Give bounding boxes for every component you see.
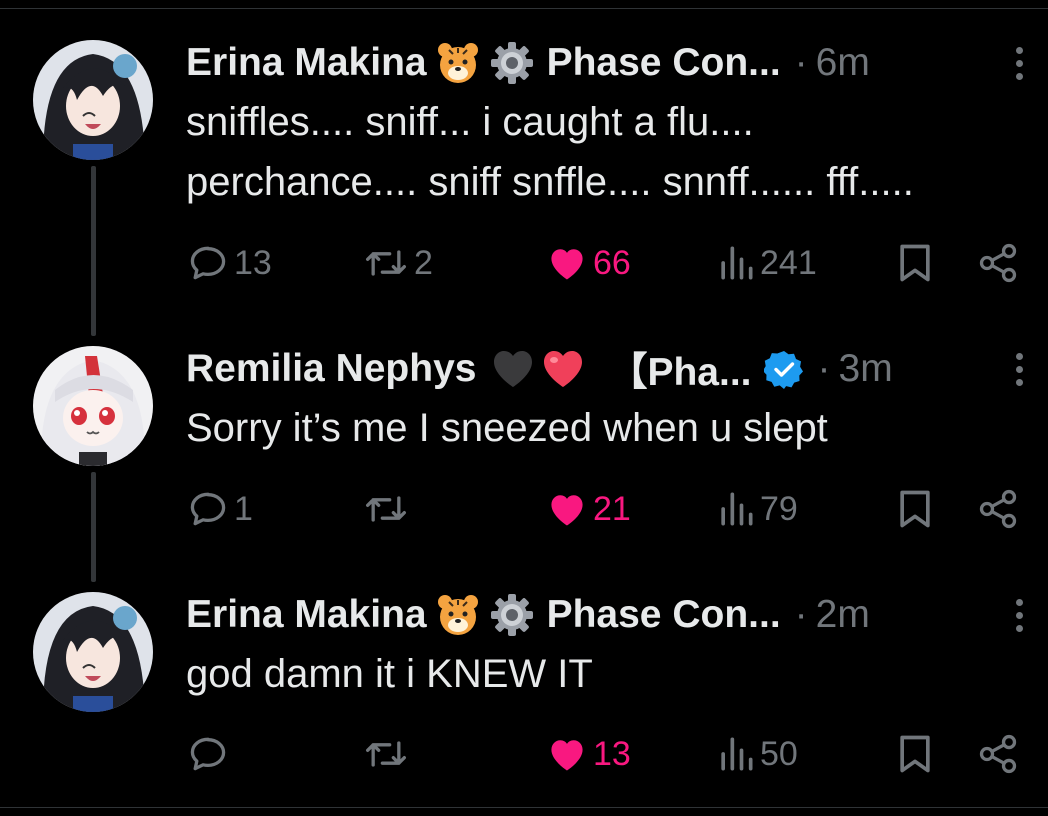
heart-filled-icon	[551, 249, 583, 280]
reply-button[interactable]: 13	[186, 238, 272, 288]
tweet-header: Erina Makina Phase Con... · 2m	[186, 590, 870, 640]
red-heart-icon	[540, 346, 586, 392]
more-options-icon[interactable]	[1004, 344, 1034, 394]
share-icon	[979, 489, 1017, 529]
tiger-face-icon	[435, 40, 481, 86]
like-button[interactable]: 13	[545, 729, 631, 779]
more-options-icon[interactable]	[1004, 590, 1034, 640]
separator-dot: ·	[817, 347, 831, 390]
gear-icon	[489, 592, 535, 638]
more-options-icon[interactable]	[1004, 38, 1034, 88]
like-count: 13	[593, 734, 631, 773]
retweet-icon	[366, 496, 406, 522]
retweet-count: 2	[414, 243, 433, 282]
like-count: 21	[593, 489, 631, 528]
views-icon	[721, 246, 753, 280]
bookmark-icon	[900, 735, 930, 773]
author-org: Phase Con...	[546, 41, 781, 84]
verified-badge-icon	[763, 349, 804, 389]
author-org: 【Pha...	[608, 351, 752, 394]
reply-icon	[190, 246, 226, 280]
timestamp[interactable]: 3m	[839, 347, 893, 391]
share-button[interactable]	[976, 484, 1020, 534]
like-button[interactable]: 21	[545, 484, 631, 534]
black-heart-icon	[490, 346, 536, 392]
views-button[interactable]: 241	[716, 238, 817, 288]
tweet-header: Remilia Nephys 【Pha... · 3m	[186, 344, 893, 394]
view-count: 241	[760, 243, 817, 282]
share-button[interactable]	[976, 238, 1020, 288]
author-org: Phase Con...	[546, 593, 781, 636]
heart-filled-icon	[551, 740, 583, 771]
tweet-header: Erina Makina Phase Con... · 6m	[186, 38, 870, 88]
author-name[interactable]: Remilia Nephys	[186, 347, 476, 391]
bookmark-button[interactable]	[895, 729, 935, 779]
reply-button[interactable]: 1	[186, 484, 253, 534]
heart-filled-icon	[551, 495, 583, 526]
reply-count: 1	[234, 489, 253, 528]
tweet-actions: 13 2 66 241	[0, 238, 1048, 288]
share-icon	[979, 243, 1017, 283]
reply-icon	[190, 492, 226, 526]
timestamp[interactable]: 6m	[816, 41, 870, 85]
retweet-button[interactable]: 2	[362, 238, 433, 288]
views-icon	[721, 492, 753, 526]
share-button[interactable]	[976, 729, 1020, 779]
bookmark-icon	[900, 244, 930, 282]
avatar[interactable]	[33, 346, 153, 466]
retweet-button[interactable]	[362, 484, 414, 534]
bookmark-icon	[900, 490, 930, 528]
like-count: 66	[593, 243, 631, 282]
bookmark-button[interactable]	[895, 238, 935, 288]
tweet-actions: 13 50	[0, 729, 1048, 779]
view-count: 79	[760, 489, 798, 528]
author-name[interactable]: Erina Makina	[186, 593, 427, 637]
tweet-text: god damn it i KNEW IT	[186, 652, 593, 696]
views-icon	[721, 737, 753, 771]
reply-button[interactable]	[186, 729, 234, 779]
bookmark-button[interactable]	[895, 484, 935, 534]
separator-dot: ·	[794, 41, 808, 84]
timestamp[interactable]: 2m	[816, 593, 870, 637]
avatar[interactable]	[33, 592, 153, 712]
author-name[interactable]: Erina Makina	[186, 41, 427, 85]
reply-icon	[190, 737, 226, 771]
tiger-face-icon	[435, 592, 481, 638]
retweet-button[interactable]	[362, 729, 414, 779]
gear-icon	[489, 40, 535, 86]
views-button[interactable]: 79	[716, 484, 798, 534]
bottom-divider	[0, 807, 1048, 808]
tweet-actions: 1 21 79	[0, 484, 1048, 534]
share-icon	[979, 734, 1017, 774]
retweet-icon	[366, 741, 406, 767]
separator-dot: ·	[794, 593, 808, 636]
views-button[interactable]: 50	[716, 729, 798, 779]
tweet-text: sniffles.... sniff... i caught a flu....…	[186, 100, 914, 204]
top-divider	[0, 8, 1048, 9]
retweet-icon	[366, 250, 406, 276]
like-button[interactable]: 66	[545, 238, 631, 288]
avatar[interactable]	[33, 40, 153, 160]
tweet-text: Sorry it’s me I sneezed when u slept	[186, 406, 828, 450]
view-count: 50	[760, 734, 798, 773]
reply-count: 13	[234, 243, 272, 282]
